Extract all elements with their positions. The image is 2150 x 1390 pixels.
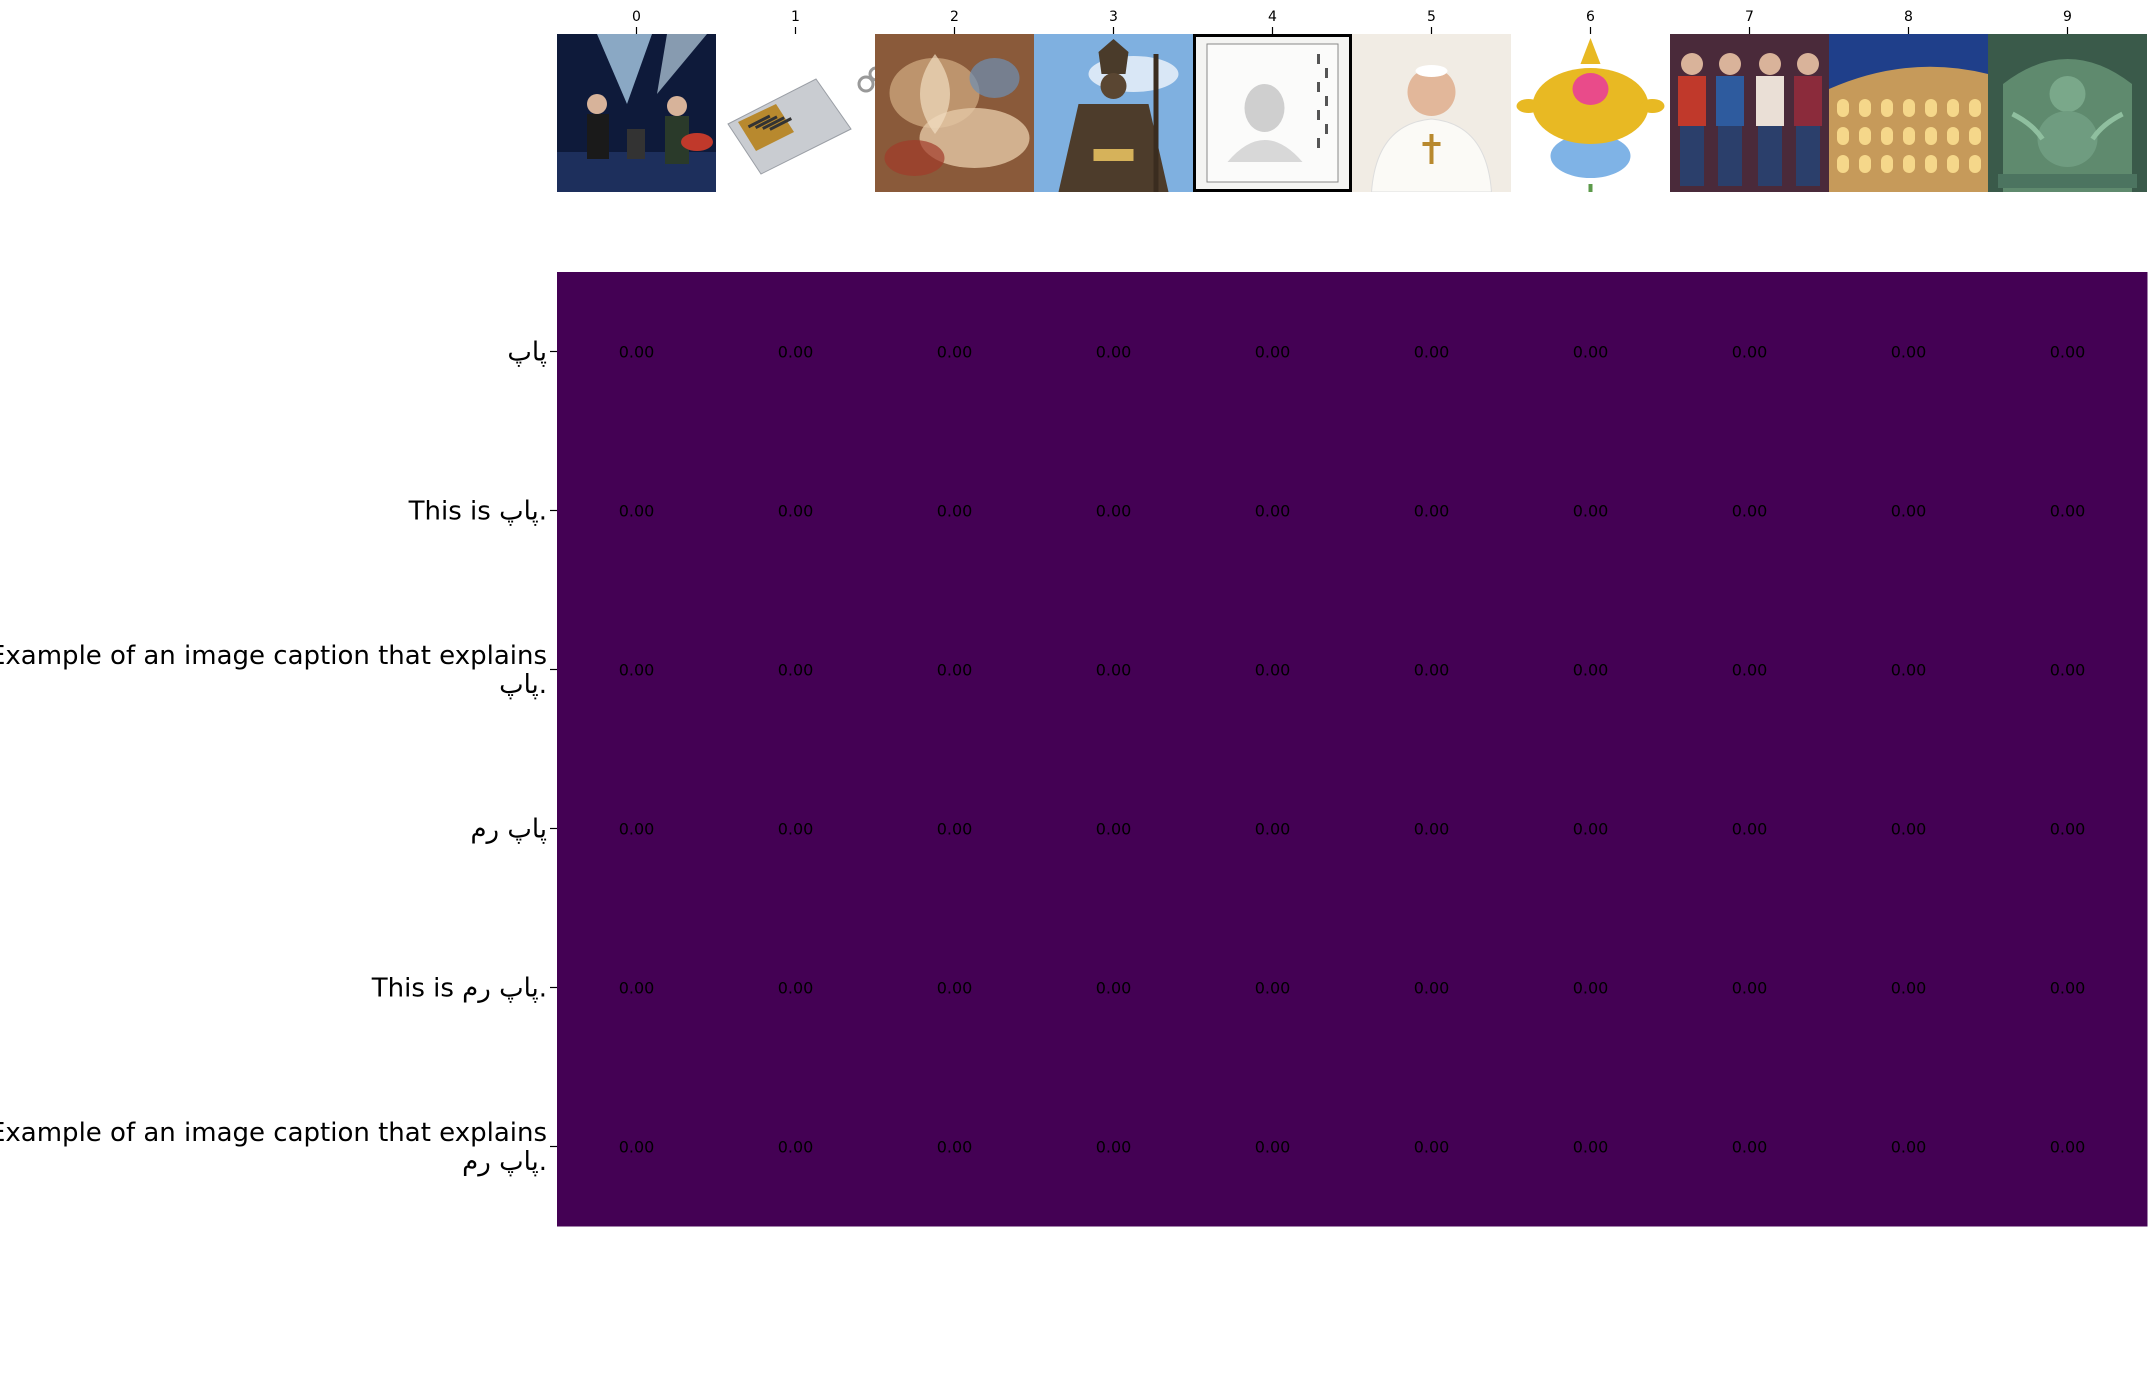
pope-portrait-photo-thumbnail (1352, 34, 1511, 192)
row-label: پاپ رم. (462, 1147, 547, 1177)
cell-value-label: 0.00 (1255, 1138, 1291, 1157)
cell-value-label: 0.00 (1891, 1138, 1927, 1157)
cell-value-label: 0.00 (937, 1138, 973, 1157)
cell-value-label: 0.00 (619, 661, 655, 680)
cell-value-label: 0.00 (778, 1138, 814, 1157)
cell-value-label: 0.00 (2050, 979, 2086, 998)
cell-value-label: 0.00 (1573, 1138, 1609, 1157)
cell-value-label: 0.00 (1096, 979, 1132, 998)
cell-value-label: 0.00 (778, 343, 814, 362)
baroque-painting-thumbnail (875, 34, 1034, 192)
x-tick-label: 2 (950, 9, 959, 25)
row-label: This is پاپ. (408, 497, 547, 527)
cell-value-label: 0.00 (1414, 820, 1450, 839)
cell-value-label: 0.00 (778, 661, 814, 680)
cell-value-label: 0.00 (1573, 502, 1609, 521)
cell-value-label: 0.00 (1255, 502, 1291, 521)
cell-value-label: 0.00 (1255, 343, 1291, 362)
cell-value-label: 0.00 (1573, 661, 1609, 680)
cell-value-label: 0.00 (2050, 661, 2086, 680)
cell-value-label: 0.00 (1732, 502, 1768, 521)
row-label: Example of an image caption that explain… (0, 641, 547, 671)
column-image-strip (557, 34, 2147, 192)
cell-value-label: 0.00 (1573, 343, 1609, 362)
cell-value-label: 0.00 (1414, 1138, 1450, 1157)
x-tick-label: 6 (1586, 9, 1595, 25)
x-axis-ticks: 0 1 2 3 4 5 6 7 8 9 (632, 9, 2072, 34)
cell-value-label: 0.00 (2050, 820, 2086, 839)
bishop-statue-photo-thumbnail (1034, 34, 1193, 192)
x-tick-label: 7 (1745, 9, 1754, 25)
cell-value-label: 0.00 (1891, 661, 1927, 680)
cell-value-label: 0.00 (1732, 979, 1768, 998)
heatmap-figure: 0 1 2 3 4 5 6 7 8 9 0.00 0.00 0.00 0.00 0.00 0.00 0.00 0… (0, 9, 2148, 1227)
x-tick-label: 5 (1427, 9, 1436, 25)
x-tick-label: 1 (791, 9, 800, 25)
cell-value-label: 0.00 (619, 979, 655, 998)
row-label: Example of an image caption that explain… (0, 1118, 547, 1148)
framed-vintage-portrait-thumbnail (1193, 34, 1352, 192)
cell-value-label: 0.00 (1096, 1138, 1132, 1157)
stone-deity-relief-sculpture-thumbnail (1988, 34, 2147, 192)
cell-value-label: 0.00 (937, 502, 973, 521)
cell-value-label: 0.00 (619, 343, 655, 362)
cell-value-label: 0.00 (1732, 1138, 1768, 1157)
cell-value-label: 0.00 (2050, 502, 2086, 521)
cell-value-label: 0.00 (1732, 661, 1768, 680)
cell-value-label: 0.00 (1096, 661, 1132, 680)
row-label: پاپ. (499, 670, 547, 700)
cell-value-label: 0.00 (2050, 343, 2086, 362)
heatmap-grid (557, 272, 2148, 1227)
band-concert-photo-thumbnail (557, 34, 716, 192)
cell-value-label: 0.00 (1096, 502, 1132, 521)
row-labels: پاپ This is پاپ. Example of an image capti… (0, 338, 557, 1177)
cell-value-label: 0.00 (1891, 979, 1927, 998)
cell-value-label: 0.00 (619, 502, 655, 521)
cell-value-label: 0.00 (619, 820, 655, 839)
cell-value-label: 0.00 (1573, 820, 1609, 839)
x-tick-label: 8 (1904, 9, 1913, 25)
cell-value-label: 0.00 (1891, 820, 1927, 839)
cell-value-label: 0.00 (1414, 661, 1450, 680)
cell-value-label: 0.00 (1891, 343, 1927, 362)
cell-value-label: 0.00 (1255, 661, 1291, 680)
usb-flash-drive-photo-thumbnail (716, 34, 875, 192)
golden-deity-ornament-thumbnail (1511, 34, 1670, 192)
cell-value-label: 0.00 (778, 502, 814, 521)
cell-value-label: 0.00 (778, 820, 814, 839)
cell-value-label: 0.00 (1573, 979, 1609, 998)
x-tick-label: 0 (632, 9, 641, 25)
cell-value-label: 0.00 (619, 1138, 655, 1157)
cell-value-label: 0.00 (1096, 343, 1132, 362)
cell-value-label: 0.00 (1414, 979, 1450, 998)
group-of-young-men-photo-thumbnail (1670, 34, 1829, 192)
cell-value-label: 0.00 (1732, 343, 1768, 362)
row-label: پاپ رم (470, 815, 547, 845)
cell-value-label: 0.00 (1414, 343, 1450, 362)
cell-value-label: 0.00 (1255, 979, 1291, 998)
x-tick-label: 3 (1109, 9, 1118, 25)
cell-value-label: 0.00 (1096, 820, 1132, 839)
x-tick-label: 4 (1268, 9, 1277, 25)
cell-value-label: 0.00 (1255, 820, 1291, 839)
cell-value-label: 0.00 (937, 343, 973, 362)
cell-value-label: 0.00 (1414, 502, 1450, 521)
cell-value-label: 0.00 (937, 979, 973, 998)
cell-value-label: 0.00 (778, 979, 814, 998)
cell-value-label: 0.00 (937, 661, 973, 680)
colosseum-night-photo-thumbnail (1829, 34, 1988, 192)
x-tick-label: 9 (2063, 9, 2072, 25)
cell-value-label: 0.00 (1732, 820, 1768, 839)
row-label: پاپ (507, 338, 547, 368)
row-label: This is پاپ رم. (371, 974, 547, 1004)
cell-value-label: 0.00 (2050, 1138, 2086, 1157)
cell-value-label: 0.00 (1891, 502, 1927, 521)
cell-value-label: 0.00 (937, 820, 973, 839)
